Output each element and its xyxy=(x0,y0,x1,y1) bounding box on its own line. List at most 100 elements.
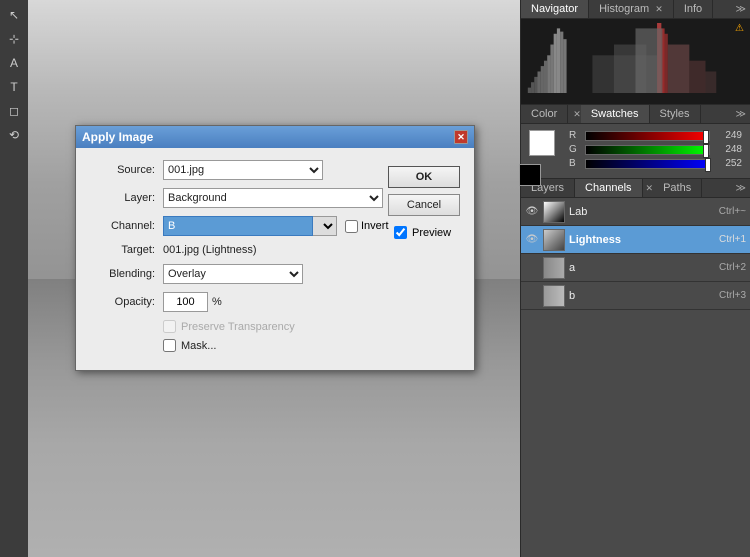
color-content: R 249 G 248 B xyxy=(521,124,750,178)
cancel-button[interactable]: Cancel xyxy=(388,194,460,216)
invert-checkbox-container: Invert xyxy=(345,220,389,233)
blue-value: 252 xyxy=(714,158,742,169)
channel-shortcut-lightness: Ctrl+1 xyxy=(719,234,746,245)
histogram-tab-close[interactable]: ✕ xyxy=(655,4,663,14)
color-tab-close[interactable]: ✕ xyxy=(571,109,581,120)
red-label: R xyxy=(569,130,581,141)
tab-paths[interactable]: Paths xyxy=(653,179,702,197)
channel-lab[interactable]: 👁 Lab Ctrl+~ xyxy=(521,198,750,226)
channel-thumb-a xyxy=(543,257,565,279)
top-panel-tabs: Navigator Histogram ✕ Info ≫ xyxy=(521,0,750,19)
source-select[interactable]: 001.jpg xyxy=(163,160,323,180)
layers-panel-collapse[interactable]: ≫ xyxy=(736,183,746,194)
channel-dropdown[interactable] xyxy=(313,216,337,236)
tab-channels[interactable]: Channels xyxy=(575,179,642,197)
channel-name-lightness: Lightness xyxy=(569,234,715,246)
tab-color[interactable]: Color xyxy=(521,105,568,123)
blue-slider-track[interactable] xyxy=(585,159,710,169)
canvas-area: ↖ ⊹ A T ◻ ⟲ Apply Image ✕ Source: 001.jp… xyxy=(0,0,520,557)
layer-label: Layer: xyxy=(90,192,155,204)
channel-eye-lab[interactable]: 👁 xyxy=(525,205,539,219)
preview-label: Preview xyxy=(412,227,451,239)
invert-label: Invert xyxy=(361,220,389,232)
channel-name-b: b xyxy=(569,290,715,302)
histogram-warning: ⚠ xyxy=(735,23,744,34)
channels-tab-close[interactable]: ✕ xyxy=(646,183,654,194)
channel-thumb-lightness xyxy=(543,229,565,251)
blending-select[interactable]: Overlay xyxy=(163,264,303,284)
right-panel: Navigator Histogram ✕ Info ≫ ⚠ xyxy=(520,0,750,557)
target-value: 001.jpg (Lightness) xyxy=(163,244,257,256)
dialog-title: Apply Image xyxy=(82,130,153,144)
tab-styles[interactable]: Styles xyxy=(650,105,701,123)
blue-slider-row: B 252 xyxy=(569,158,742,169)
histogram-area: ⚠ xyxy=(521,19,750,104)
layer-select[interactable]: Background xyxy=(163,188,383,208)
tool-arrow[interactable]: ↖ xyxy=(3,4,25,26)
preserve-transparency-label: Preserve Transparency xyxy=(181,321,295,333)
blue-slider-thumb[interactable] xyxy=(705,158,711,172)
channel-a[interactable]: a Ctrl+2 xyxy=(521,254,750,282)
mask-checkbox[interactable] xyxy=(163,339,176,352)
channel-lightness[interactable]: 👁 Lightness Ctrl+1 xyxy=(521,226,750,254)
color-panel: Color ✕ Swatches Styles ≫ R 249 xyxy=(521,105,750,179)
color-panel-tabs: Color ✕ Swatches Styles ≫ xyxy=(521,105,750,124)
channel-label: Channel: xyxy=(90,220,155,232)
rgb-sliders: R 249 G 248 B xyxy=(569,130,742,172)
color-panel-collapse[interactable]: ≫ xyxy=(736,109,746,120)
channel-shortcut-a: Ctrl+2 xyxy=(719,262,746,273)
red-slider-track[interactable] xyxy=(585,131,710,141)
red-value: 249 xyxy=(714,130,742,141)
opacity-row: Opacity: % xyxy=(90,292,460,312)
channels-list: 👁 Lab Ctrl+~ 👁 Lightness Ctrl+1 a Ctrl+2 xyxy=(521,198,750,557)
source-label: Source: xyxy=(90,164,155,176)
tab-info[interactable]: Info xyxy=(674,0,713,18)
foreground-color-swatch[interactable] xyxy=(529,130,555,156)
green-value: 248 xyxy=(714,144,742,155)
tool-type[interactable]: A xyxy=(3,52,25,74)
top-panel-collapse[interactable]: ≫ xyxy=(736,4,746,15)
layers-panel-tabs: Layers Channels ✕ Paths ≫ xyxy=(521,179,750,198)
green-slider-track[interactable] xyxy=(585,145,710,155)
red-slider-row: R 249 xyxy=(569,130,742,141)
tool-rotate[interactable]: ⟲ xyxy=(3,124,25,146)
channel-eye-b[interactable] xyxy=(525,289,539,303)
green-slider-row: G 248 xyxy=(569,144,742,155)
target-label: Target: xyxy=(90,244,155,256)
channel-shortcut-lab: Ctrl+~ xyxy=(719,206,746,217)
opacity-label: Opacity: xyxy=(90,296,155,308)
dialog-close-button[interactable]: ✕ xyxy=(454,130,468,144)
target-row: Target: 001.jpg (Lightness) xyxy=(90,244,460,256)
channel-name-lab: Lab xyxy=(569,206,715,218)
dialog-titlebar: Apply Image ✕ xyxy=(76,126,474,148)
invert-checkbox[interactable] xyxy=(345,220,358,233)
preserve-transparency-row: Preserve Transparency xyxy=(163,320,460,333)
tab-navigator[interactable]: Navigator xyxy=(521,0,589,18)
tool-shape[interactable]: ◻ xyxy=(3,100,25,122)
ok-button[interactable]: OK xyxy=(388,166,460,188)
background-color-swatch[interactable] xyxy=(519,164,541,186)
channel-eye-lightness[interactable]: 👁 xyxy=(525,233,539,247)
opacity-input[interactable] xyxy=(163,292,208,312)
apply-image-dialog: Apply Image ✕ Source: 001.jpg Layer: Bac… xyxy=(75,125,475,371)
tool-text[interactable]: T xyxy=(3,76,25,98)
tool-lasso[interactable]: ⊹ xyxy=(3,28,25,50)
opacity-unit: % xyxy=(212,296,222,308)
mask-label: Mask... xyxy=(181,340,216,352)
tab-histogram[interactable]: Histogram ✕ xyxy=(589,0,674,18)
color-controls: R 249 G 248 B xyxy=(529,130,742,172)
navigator-panel: Navigator Histogram ✕ Info ≫ ⚠ xyxy=(521,0,750,105)
color-swatches-fg-bg xyxy=(529,130,565,166)
channel-eye-a[interactable] xyxy=(525,261,539,275)
histogram-svg xyxy=(525,23,746,93)
layers-panel: Layers Channels ✕ Paths ≫ 👁 Lab Ctrl+~ 👁… xyxy=(521,179,750,557)
blending-label: Blending: xyxy=(90,268,155,280)
green-slider-thumb[interactable] xyxy=(703,144,709,158)
tab-swatches[interactable]: Swatches xyxy=(581,105,650,123)
red-slider-thumb[interactable] xyxy=(703,130,709,144)
channel-b[interactable]: b Ctrl+3 xyxy=(521,282,750,310)
dialog-buttons: OK Cancel Preview xyxy=(388,166,460,239)
preview-checkbox[interactable] xyxy=(394,226,407,239)
channel-input[interactable] xyxy=(163,216,313,236)
preserve-transparency-checkbox[interactable] xyxy=(163,320,176,333)
